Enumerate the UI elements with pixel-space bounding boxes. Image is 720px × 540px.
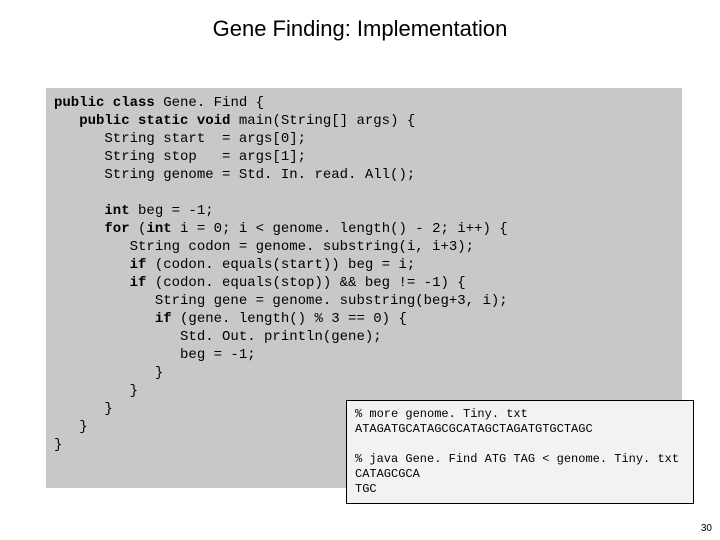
code-text: (gene. length() % 3 == 0) {: [172, 311, 407, 327]
code-text: (codon. equals(stop)) && beg != -1) {: [146, 275, 465, 291]
code-text: }: [54, 419, 88, 435]
code-kw: for: [54, 221, 130, 237]
code-text: String start = args[0];: [54, 131, 306, 147]
out-line: % more genome. Tiny. txt: [355, 407, 528, 421]
code-text: (codon. equals(start)) beg = i;: [146, 257, 415, 273]
code-text: }: [54, 437, 62, 453]
code-kw: int: [54, 203, 130, 219]
code-text: String gene = genome. substring(beg+3, i…: [54, 293, 508, 309]
out-line: TGC: [355, 482, 377, 496]
code-text: }: [54, 383, 138, 399]
code-text: Gene. Find {: [155, 95, 264, 111]
terminal-output: % more genome. Tiny. txt ATAGATGCATAGCGC…: [346, 400, 694, 504]
out-line: % java Gene. Find ATG TAG < genome. Tiny…: [355, 452, 679, 466]
code-text: String stop = args[1];: [54, 149, 306, 165]
page-number: 30: [701, 523, 712, 534]
code-text: String codon = genome. substring(i, i+3)…: [54, 239, 474, 255]
code-kw: if: [54, 275, 146, 291]
out-line: ATAGATGCATAGCGCATAGCTAGATGTGCTAGC: [355, 422, 593, 436]
code-text: }: [54, 401, 113, 417]
code-kw: int: [146, 221, 171, 237]
code-kw: if: [54, 257, 146, 273]
code-text: String genome = Std. In. read. All();: [54, 167, 415, 183]
slide-title: Gene Finding: Implementation: [0, 16, 720, 42]
code-kw: public static void: [54, 113, 230, 129]
code-text: (: [130, 221, 147, 237]
code-text: main(String[] args) {: [230, 113, 415, 129]
code-kw: if: [54, 311, 172, 327]
code-text: }: [54, 365, 163, 381]
code-text: Std. Out. println(gene);: [54, 329, 382, 345]
code-kw: public class: [54, 95, 155, 111]
code-text: i = 0; i < genome. length() - 2; i++) {: [172, 221, 508, 237]
code-text: beg = -1;: [130, 203, 214, 219]
code-text: beg = -1;: [54, 347, 256, 363]
out-line: CATAGCGCA: [355, 467, 420, 481]
